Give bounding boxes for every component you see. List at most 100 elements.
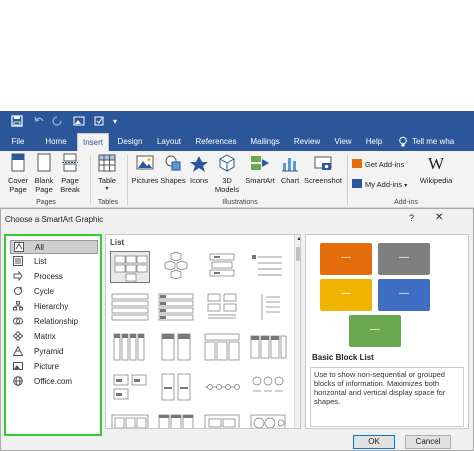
- hierarchy-icon: [13, 301, 23, 311]
- gallery-scrollbar[interactable]: ▴: [294, 235, 300, 428]
- tab-references[interactable]: References: [192, 133, 240, 151]
- tab-layout[interactable]: Layout: [152, 133, 186, 151]
- touch-mode-icon[interactable]: [92, 115, 106, 129]
- preview-block-2: —: [378, 243, 430, 275]
- group-separator: [127, 155, 128, 205]
- blank-page-label-2: Page: [35, 185, 53, 194]
- lightbulb-icon[interactable]: [396, 133, 410, 151]
- screenshot-label: Screenshot: [304, 176, 342, 185]
- save-icon[interactable]: [10, 115, 24, 129]
- category-matrix[interactable]: Matrix: [10, 330, 98, 344]
- category-label: Office.com: [34, 377, 73, 386]
- category-hierarchy[interactable]: Hierarchy: [10, 300, 98, 314]
- cancel-button[interactable]: Cancel: [405, 435, 451, 449]
- layout-vertical-picture-list[interactable]: [156, 411, 196, 428]
- wikipedia-button[interactable]: W Wikipedia: [416, 154, 456, 186]
- category-list: All List Process Cycle Hierarchy Relatio…: [4, 234, 102, 436]
- layout-framed-list[interactable]: [202, 411, 242, 428]
- layout-table-list[interactable]: [202, 331, 242, 363]
- 3d-models-icon: [212, 153, 242, 175]
- cover-page-button[interactable]: Cover Page: [4, 153, 32, 194]
- blank-page-icon: [32, 153, 56, 175]
- layout-bubble-list[interactable]: [248, 371, 288, 403]
- layout-trapezoid-list[interactable]: [202, 291, 242, 323]
- category-picture[interactable]: Picture: [10, 360, 98, 374]
- layout-continuous-picture-list[interactable]: [156, 371, 196, 403]
- pictures-button[interactable]: Pictures: [131, 153, 159, 185]
- layout-lined-list[interactable]: [248, 251, 288, 283]
- tab-mailings[interactable]: Mailings: [245, 133, 285, 151]
- tell-me-search[interactable]: Tell me wha: [412, 133, 474, 151]
- screenshot-icon: [303, 153, 343, 175]
- tab-review[interactable]: Review: [290, 133, 324, 151]
- process-icon: [13, 270, 23, 282]
- layout-basic-block-list[interactable]: [110, 251, 150, 283]
- blank-page-button[interactable]: Blank Page: [32, 153, 56, 194]
- layout-horizontal-bullet-list[interactable]: [110, 291, 150, 323]
- layout-picture-caption-list[interactable]: [110, 371, 150, 403]
- category-process[interactable]: Process: [10, 270, 98, 284]
- layout-stacked-list[interactable]: [156, 291, 196, 323]
- pictures-label: Pictures: [131, 176, 159, 185]
- preview-block-4: —: [378, 279, 430, 311]
- chart-button[interactable]: Chart: [278, 153, 302, 185]
- preview-block-3: —: [320, 279, 372, 311]
- layout-circle-picture-list[interactable]: [248, 411, 288, 428]
- category-all[interactable]: All: [10, 240, 98, 254]
- layout-hexagon-list[interactable]: [156, 251, 196, 283]
- preview-pane: — — — — — Basic Block List Use to show n…: [305, 234, 469, 429]
- ok-button[interactable]: OK: [353, 435, 395, 449]
- insert-picture-icon[interactable]: [72, 115, 86, 129]
- category-cycle[interactable]: Cycle: [10, 285, 98, 299]
- my-addins-icon: [352, 179, 362, 188]
- screenshot-button[interactable]: Screenshot: [303, 153, 343, 185]
- redo-icon[interactable]: [50, 115, 64, 129]
- get-addins-button[interactable]: Get Add-ins: [352, 159, 416, 169]
- category-pyramid[interactable]: Pyramid: [10, 345, 98, 359]
- 3d-models-label-2: Models: [214, 185, 240, 194]
- close-button[interactable]: ✕: [435, 212, 443, 223]
- help-button[interactable]: ?: [409, 213, 414, 223]
- blank-page-label: Blank: [34, 176, 54, 185]
- smartart-button[interactable]: SmartArt: [243, 153, 277, 185]
- 3d-models-button[interactable]: 3D Models: [212, 153, 242, 194]
- category-label: Process: [34, 272, 63, 281]
- tab-home[interactable]: Home: [40, 133, 72, 151]
- scroll-up-icon[interactable]: ▴: [295, 235, 300, 243]
- matrix-icon: [12, 330, 24, 342]
- shapes-icon: [160, 153, 186, 175]
- layout-name: Basic Block List: [312, 353, 374, 362]
- category-list-item[interactable]: List: [10, 255, 98, 269]
- layout-tab-list[interactable]: [110, 411, 150, 428]
- get-addins-label: Get Add-ins: [365, 160, 405, 169]
- shapes-button[interactable]: Shapes: [160, 153, 186, 185]
- layout-segmented-list[interactable]: [248, 331, 288, 363]
- page-break-label: Page: [61, 176, 79, 185]
- layout-vertical-bullet-list[interactable]: [248, 291, 288, 323]
- category-label: Pyramid: [34, 347, 64, 356]
- layout-square-accent-list[interactable]: [110, 331, 150, 363]
- customize-quick-access-icon[interactable]: ▾: [108, 115, 122, 129]
- my-addins-button[interactable]: My Add-ins ▾: [352, 179, 416, 191]
- preview-block-1: —: [320, 243, 372, 275]
- layout-picture-accent-list[interactable]: [156, 331, 196, 363]
- undo-icon[interactable]: [32, 115, 46, 129]
- table-label: Table: [98, 176, 116, 185]
- tab-file[interactable]: File: [4, 133, 32, 151]
- category-office-com[interactable]: Office.com: [10, 375, 98, 389]
- page-break-button[interactable]: Page Break: [57, 153, 83, 194]
- layout-circle-accent-timeline[interactable]: [202, 371, 242, 403]
- page-break-label-2: Break: [60, 185, 80, 194]
- layout-vertical-box-list[interactable]: [202, 251, 242, 283]
- wikipedia-icon: W: [427, 154, 445, 173]
- title-bar: ▾: [0, 111, 474, 133]
- tab-view[interactable]: View: [330, 133, 356, 151]
- category-relationship[interactable]: Relationship: [10, 315, 98, 329]
- pages-group-label: Pages: [36, 199, 56, 206]
- table-button[interactable]: Table ▾: [94, 153, 120, 194]
- tab-insert[interactable]: Insert: [77, 133, 109, 151]
- scrollbar-thumb[interactable]: [296, 247, 300, 261]
- icons-button[interactable]: Icons: [187, 153, 211, 185]
- tab-help[interactable]: Help: [362, 133, 386, 151]
- tab-design[interactable]: Design: [113, 133, 147, 151]
